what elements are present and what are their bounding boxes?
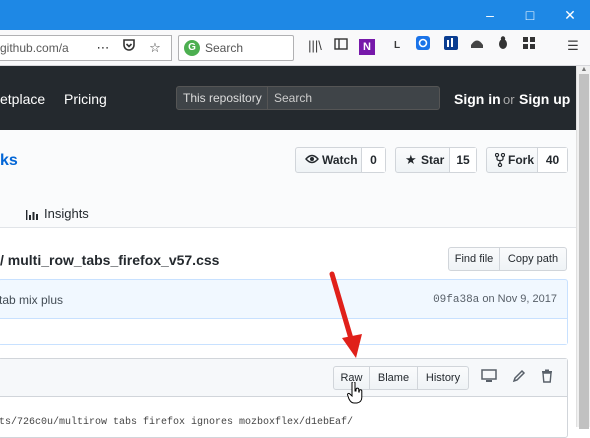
repo-header: ks Watch 0 ★ Star 15 Fork 40 Insights	[0, 130, 576, 228]
star-icon: ★	[405, 152, 417, 167]
watch-label: Watch	[322, 153, 358, 167]
commit-info: 09fa38a on Nov 9, 2017	[433, 293, 557, 306]
file-header: Raw Blame History	[0, 359, 567, 397]
browser-search-bar[interactable]: G Search	[178, 35, 294, 61]
watch-button[interactable]: Watch 0	[295, 147, 386, 173]
hamburger-menu-icon[interactable]: ☰	[562, 35, 584, 57]
code-line: ts/726c0u/multirow tabs firefox ignores …	[0, 417, 354, 428]
repo-name[interactable]: ks	[0, 152, 18, 170]
sidebar-icon[interactable]	[330, 35, 352, 57]
browser-toolbar: github.com/a ⋯ ☆ G Search |||\ N L ☰	[0, 30, 590, 66]
sign-in-link[interactable]: Sign in	[454, 91, 501, 107]
fork-button[interactable]: Fork 40	[486, 147, 568, 173]
onenote-glyph: N	[359, 39, 375, 55]
scroll-up-arrow-icon[interactable]: ▲	[577, 66, 590, 74]
insights-graph-icon	[26, 209, 38, 223]
github-header: etplace Pricing This repository Search S…	[0, 66, 576, 130]
fork-icon	[494, 152, 506, 170]
find-file-button[interactable]: Find file	[448, 247, 500, 271]
history-button[interactable]: History	[417, 366, 469, 390]
desktop-icon[interactable]	[479, 368, 499, 388]
commit-on-text: on	[482, 293, 495, 305]
github-search-input[interactable]: Search	[268, 86, 440, 110]
window-titlebar: – □ ✕	[0, 0, 590, 30]
watch-count[interactable]: 0	[361, 148, 385, 172]
file-path-breadcrumb: / multi_row_tabs_firefox_v57.css	[0, 252, 220, 268]
sign-up-link[interactable]: Sign up	[519, 91, 570, 107]
nav-pricing[interactable]: Pricing	[64, 91, 107, 107]
search-scope-label: This repository	[176, 86, 268, 110]
eye-icon	[305, 153, 319, 168]
browser-search-placeholder: Search	[205, 41, 244, 55]
minimize-button[interactable]: –	[470, 0, 510, 30]
nav-marketplace[interactable]: etplace	[0, 91, 45, 107]
fork-count[interactable]: 40	[537, 148, 567, 172]
maximize-button[interactable]: □	[510, 0, 550, 30]
bookmark-star-icon[interactable]: ☆	[144, 37, 166, 59]
url-text: github.com/a	[0, 41, 69, 55]
star-button[interactable]: ★ Star 15	[395, 147, 477, 173]
more-actions-icon[interactable]: ⋯	[92, 37, 114, 59]
commit-contributors-row	[0, 318, 567, 344]
scrollbar-thumb[interactable]	[579, 74, 589, 429]
or-text: or	[503, 92, 515, 107]
library-icon[interactable]: |||\	[304, 35, 326, 57]
star-label: Star	[421, 153, 445, 167]
extension-grid-icon[interactable]	[518, 35, 540, 57]
commit-sha[interactable]: 09fa38a	[433, 294, 479, 306]
google-search-icon: G	[184, 40, 200, 56]
fork-label: Fork	[508, 153, 535, 167]
latest-commit-box: tab mix plus 09fa38a on Nov 9, 2017	[0, 279, 568, 345]
pocket-icon[interactable]	[118, 37, 140, 59]
red-arrow-annotation	[329, 271, 362, 358]
onenote-icon[interactable]: N	[356, 35, 378, 57]
star-count[interactable]: 15	[449, 148, 476, 172]
close-button[interactable]: ✕	[550, 0, 590, 30]
file-content-box: Raw Blame History ts/726c0u/multirow tab…	[0, 358, 568, 438]
commit-date: Nov 9, 2017	[497, 293, 557, 305]
extension-bars-icon[interactable]	[440, 35, 462, 57]
hand-cursor-icon	[347, 382, 363, 404]
url-bar[interactable]: github.com/a ⋯ ☆	[0, 35, 172, 61]
commit-message[interactable]: tab mix plus	[0, 293, 63, 307]
lastpass-icon[interactable]: L	[386, 35, 408, 57]
extension-bug-icon[interactable]	[492, 35, 514, 57]
blame-button[interactable]: Blame	[369, 366, 418, 390]
copy-path-button[interactable]: Copy path	[499, 247, 567, 271]
extension-shield-icon[interactable]	[466, 35, 488, 57]
trash-icon[interactable]	[537, 368, 557, 388]
pencil-icon[interactable]	[509, 368, 529, 388]
extension-circle-icon[interactable]	[412, 35, 434, 57]
page-scrollbar[interactable]: ▲	[576, 66, 590, 429]
tab-insights[interactable]: Insights	[44, 206, 89, 221]
